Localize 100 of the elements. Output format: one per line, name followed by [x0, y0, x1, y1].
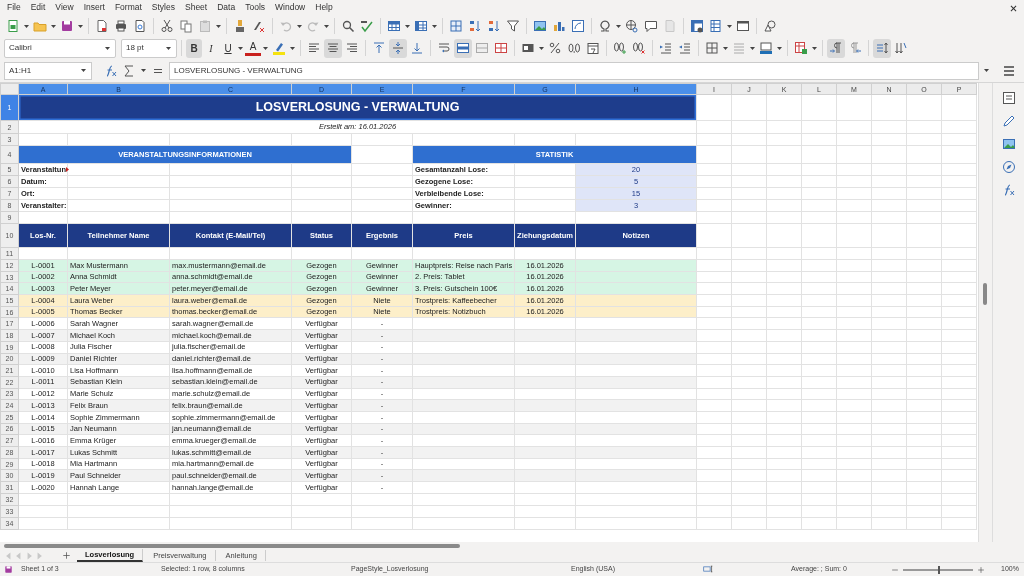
function-wizard-icon[interactable]	[104, 63, 118, 78]
dropdown-caret-icon[interactable]	[262, 44, 269, 52]
shapes-icon[interactable]	[763, 19, 777, 33]
dropdown-caret-icon[interactable]	[23, 22, 30, 30]
wrap-text-icon[interactable]	[437, 41, 451, 55]
dropdown-caret-icon[interactable]	[80, 67, 87, 74]
image-icon[interactable]	[533, 19, 547, 33]
unmerge-cells-icon[interactable]	[494, 41, 508, 55]
font-name-field[interactable]: Calibri	[4, 38, 116, 58]
highlighter-icon[interactable]	[272, 41, 286, 55]
conditional-format-icon[interactable]	[794, 41, 808, 55]
delete-decimal-icon[interactable]	[632, 41, 646, 55]
clear-formatting-icon[interactable]	[252, 19, 266, 33]
italic-button[interactable]: I	[203, 38, 219, 58]
comment-icon[interactable]	[644, 19, 658, 33]
percent-icon[interactable]	[548, 41, 562, 55]
menu-item[interactable]: Sheet	[180, 1, 213, 14]
print-preview-icon[interactable]	[133, 19, 147, 33]
sort-ascending-icon[interactable]	[468, 19, 482, 33]
decimal-format-icon[interactable]	[567, 41, 581, 55]
menu-item[interactable]: Help	[310, 1, 338, 14]
vertical-text-icon[interactable]	[894, 41, 908, 55]
dropdown-caret-icon[interactable]	[215, 22, 222, 30]
omega-icon[interactable]	[598, 19, 612, 33]
add-sheet-icon[interactable]	[62, 551, 71, 561]
menu-item[interactable]: Tools	[240, 1, 270, 14]
dropdown-caret-icon[interactable]	[404, 22, 411, 30]
dropdown-caret-icon[interactable]	[289, 44, 296, 52]
paintbrush-icon[interactable]	[233, 19, 247, 33]
zoom-slider[interactable]	[903, 568, 973, 571]
calendar-icon[interactable]	[586, 41, 600, 55]
formula-input[interactable]: LOSVERLOSUNG - VERWALTUNG	[169, 61, 979, 80]
filter-icon[interactable]	[506, 19, 520, 33]
dropdown-caret-icon[interactable]	[165, 44, 172, 52]
pdf-export-icon[interactable]	[95, 19, 109, 33]
text-direction-icon[interactable]	[875, 41, 889, 55]
sort-descending-icon[interactable]	[487, 19, 501, 33]
dropdown-caret-icon[interactable]	[722, 44, 729, 52]
copy-icon[interactable]	[179, 19, 193, 33]
dropdown-caret-icon[interactable]	[296, 22, 303, 30]
dropdown-caret-icon[interactable]	[140, 67, 147, 74]
spellcheck-icon[interactable]	[360, 19, 374, 33]
window-icon[interactable]	[736, 19, 750, 33]
dropdown-caret-icon[interactable]	[776, 44, 783, 52]
border-color-icon[interactable]	[759, 41, 773, 55]
dropdown-caret-icon[interactable]	[749, 44, 756, 52]
valign-center-icon[interactable]	[391, 41, 405, 55]
styles-icon[interactable]	[1001, 114, 1016, 128]
cut-icon[interactable]	[160, 19, 174, 33]
close-icon[interactable]	[1009, 4, 1018, 14]
dropdown-caret-icon[interactable]	[323, 22, 330, 30]
menu-item[interactable]: Styles	[146, 1, 180, 14]
menu-item[interactable]: Edit	[25, 1, 51, 14]
horizontal-scrollbar-thumb[interactable]	[4, 543, 460, 548]
font-color-button[interactable]: A	[245, 40, 261, 56]
print-range-icon[interactable]	[709, 19, 723, 33]
freeze-table-icon[interactable]	[690, 19, 704, 33]
merge-center-icon[interactable]	[456, 41, 470, 55]
underline-button[interactable]: U	[220, 38, 236, 58]
navigator-icon[interactable]	[1001, 160, 1016, 174]
gallery-icon[interactable]	[1001, 137, 1016, 151]
menu-item[interactable]: Format	[109, 1, 147, 14]
column-table-icon[interactable]	[414, 19, 428, 33]
add-decimal-icon[interactable]	[613, 41, 627, 55]
dropdown-caret-icon[interactable]	[431, 22, 438, 30]
align-right-icon[interactable]	[345, 41, 359, 55]
search-icon[interactable]	[341, 19, 355, 33]
dropdown-caret-icon[interactable]	[237, 44, 244, 52]
menu-icon[interactable]	[1002, 63, 1016, 78]
bar-chart-icon[interactable]	[552, 19, 566, 33]
dropdown-caret-icon[interactable]	[726, 22, 733, 30]
name-box[interactable]: A1:H1	[4, 61, 92, 80]
bold-button[interactable]: B	[186, 38, 202, 58]
vertical-scrollbar-thumb[interactable]	[983, 283, 987, 305]
borders-icon[interactable]	[705, 41, 719, 55]
row-table-icon[interactable]	[387, 19, 401, 33]
menu-item[interactable]: Insert	[78, 1, 110, 14]
dropdown-caret-icon[interactable]	[77, 22, 84, 30]
menu-item[interactable]: Window	[270, 1, 311, 14]
dropdown-caret-icon[interactable]	[50, 22, 57, 30]
menu-item[interactable]: View	[50, 1, 79, 14]
number-format-icon[interactable]	[521, 41, 535, 55]
align-left-icon[interactable]	[307, 41, 321, 55]
hyperlink-icon[interactable]	[625, 19, 639, 33]
font-size-field[interactable]: 18 pt	[121, 38, 177, 58]
dropdown-caret-icon[interactable]	[983, 67, 990, 74]
dropdown-caret-icon[interactable]	[104, 44, 111, 52]
properties-icon[interactable]	[1001, 91, 1016, 105]
zoom-in-icon[interactable]	[977, 565, 985, 574]
menu-item[interactable]: Data	[212, 1, 241, 14]
align-center-icon[interactable]	[326, 41, 340, 55]
dropdown-caret-icon[interactable]	[615, 22, 622, 30]
dropdown-caret-icon[interactable]	[811, 44, 818, 52]
left-to-right-icon[interactable]	[829, 41, 843, 55]
menu-item[interactable]: File	[2, 1, 26, 14]
sort-table-icon[interactable]	[449, 19, 463, 33]
printer-icon[interactable]	[114, 19, 128, 33]
merge-cells-icon[interactable]	[475, 41, 489, 55]
save-icon[interactable]	[60, 19, 74, 33]
dropdown-caret-icon[interactable]	[538, 44, 545, 52]
